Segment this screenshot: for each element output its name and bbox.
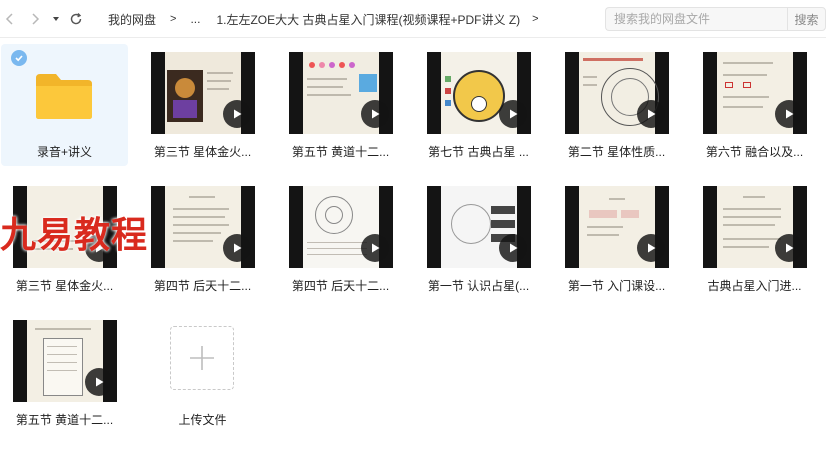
video-thumbnail bbox=[151, 186, 255, 268]
breadcrumb-ellipsis[interactable]: ... bbox=[190, 12, 200, 26]
play-icon bbox=[361, 234, 389, 262]
file-name: 第二节 星体性质... bbox=[567, 145, 666, 159]
chevron-left-icon bbox=[5, 13, 13, 25]
back-button[interactable] bbox=[0, 9, 20, 29]
play-icon bbox=[361, 100, 389, 128]
file-name: 第三节 星体金火... bbox=[15, 279, 114, 293]
play-icon bbox=[499, 234, 527, 262]
play-icon bbox=[223, 234, 251, 262]
refresh-button[interactable] bbox=[66, 9, 86, 29]
file-name: 第七节 古典占星 ... bbox=[428, 145, 529, 159]
caret-down-icon bbox=[53, 17, 59, 21]
video-item[interactable]: 第一节 认识占星(... bbox=[415, 178, 542, 300]
video-thumbnail bbox=[427, 186, 531, 268]
file-name: 第四节 后天十二... bbox=[153, 279, 252, 293]
toolbar: 我的网盘 > ... 1.左左ZOE大大 古典占星入门课程(视频课程+PDF讲义… bbox=[0, 0, 826, 38]
file-name: 第一节 认识占星(... bbox=[427, 279, 530, 293]
video-thumbnail bbox=[13, 320, 117, 402]
breadcrumb-root[interactable]: 我的网盘 bbox=[108, 11, 156, 28]
video-item[interactable]: 第四节 后天十二... bbox=[139, 178, 266, 300]
upload-button[interactable]: 上传文件 bbox=[139, 312, 266, 434]
file-name: 录音+讲义 bbox=[36, 145, 92, 159]
play-icon bbox=[775, 100, 803, 128]
file-name: 第四节 后天十二... bbox=[291, 279, 390, 293]
forward-button[interactable] bbox=[25, 9, 45, 29]
file-name: 第五节 黄道十二... bbox=[291, 145, 390, 159]
history-dropdown-button[interactable] bbox=[46, 9, 66, 29]
play-icon bbox=[499, 100, 527, 128]
video-item[interactable]: 第四节 后天十二... bbox=[277, 178, 404, 300]
search-button[interactable]: 搜索 bbox=[787, 7, 826, 31]
file-name: 第三节 星体金火... bbox=[153, 145, 252, 159]
video-thumbnail bbox=[565, 186, 669, 268]
video-item[interactable]: 第七节 古典占星 ... bbox=[415, 44, 542, 166]
chevron-right-icon bbox=[32, 13, 40, 25]
file-name: 第一节 入门课设... bbox=[567, 279, 666, 293]
upload-label: 上传文件 bbox=[178, 413, 227, 427]
video-item[interactable]: 第六节 融合以及... bbox=[691, 44, 818, 166]
video-item[interactable]: 古典占星入门进... bbox=[691, 178, 818, 300]
play-icon bbox=[637, 100, 665, 128]
video-item[interactable]: 第五节 黄道十二... bbox=[277, 44, 404, 166]
checkbox-checked-icon[interactable] bbox=[11, 50, 27, 66]
refresh-icon bbox=[70, 13, 82, 25]
search-input[interactable] bbox=[605, 7, 787, 31]
breadcrumb-separator: > bbox=[170, 13, 177, 25]
video-thumbnail bbox=[565, 52, 669, 134]
file-name: 第五节 黄道十二... bbox=[15, 413, 114, 427]
video-thumbnail bbox=[703, 52, 807, 134]
video-thumbnail bbox=[703, 186, 807, 268]
breadcrumb-separator: > bbox=[532, 13, 539, 25]
video-thumbnail bbox=[289, 52, 393, 134]
play-icon bbox=[223, 100, 251, 128]
upload-box[interactable] bbox=[170, 326, 234, 390]
play-icon bbox=[637, 234, 665, 262]
file-name: 第六节 融合以及... bbox=[705, 145, 804, 159]
breadcrumb: 我的网盘 > ... 1.左左ZOE大大 古典占星入门课程(视频课程+PDF讲义… bbox=[108, 10, 539, 28]
plus-icon bbox=[190, 346, 214, 370]
watermark: 九易教程 bbox=[0, 215, 149, 256]
folder-icon bbox=[36, 74, 92, 119]
video-item[interactable]: 第五节 黄道十二... bbox=[1, 312, 128, 434]
video-item[interactable]: 第二节 星体性质... bbox=[553, 44, 680, 166]
play-icon bbox=[775, 234, 803, 262]
file-name: 古典占星入门进... bbox=[707, 279, 802, 293]
video-item[interactable]: 第一节 入门课设... bbox=[553, 178, 680, 300]
video-item[interactable]: 第三节 星体金火... bbox=[139, 44, 266, 166]
video-thumbnail bbox=[427, 52, 531, 134]
play-icon bbox=[85, 368, 113, 396]
video-thumbnail bbox=[151, 52, 255, 134]
folder-item[interactable]: 录音+讲义 bbox=[1, 44, 128, 166]
video-thumbnail bbox=[289, 186, 393, 268]
breadcrumb-current[interactable]: 1.左左ZOE大大 古典占星入门课程(视频课程+PDF讲义 Z) bbox=[216, 11, 520, 28]
